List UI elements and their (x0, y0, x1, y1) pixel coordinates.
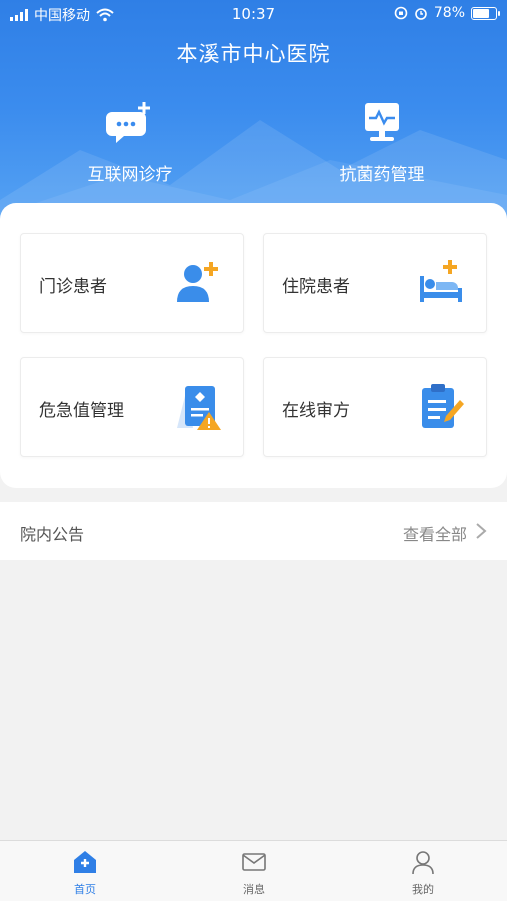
hospital-title: 本溪市中心医院 (176, 42, 331, 66)
tab-home[interactable]: 首页 (45, 849, 125, 897)
profile-icon (412, 851, 434, 875)
hospital-notice-row: 院内公告 查看全部 (0, 502, 507, 560)
inpatient-bed-icon (420, 260, 462, 302)
monitor-pulse-icon (365, 103, 399, 141)
tab-profile-label: 我的 (412, 883, 434, 896)
antibiotic-management-shortcut[interactable]: 抗菌药管理 (282, 100, 482, 185)
tab-home-label: 首页 (74, 883, 96, 896)
tab-messages[interactable]: 消息 (214, 849, 294, 897)
home-icon (74, 851, 96, 873)
clipboard-edit-icon (422, 384, 464, 428)
function-card-panel: 门诊患者 住院患者 危急值管理 在线审方 (0, 203, 507, 488)
tab-profile[interactable]: 我的 (383, 849, 463, 897)
battery-percentage: 78% (433, 5, 465, 21)
battery-icon (471, 6, 500, 20)
bottom-tab-bar: 首页 消息 我的 (0, 840, 507, 901)
critical-value-warning-icon (177, 386, 221, 430)
inpatient-label: 住院患者 (282, 277, 350, 297)
mail-icon (242, 853, 266, 871)
critical-value-tile[interactable]: 危急值管理 (20, 357, 244, 457)
view-all-link[interactable]: 查看全部 (403, 521, 467, 545)
alarm-icon (415, 8, 427, 20)
chevron-right-icon[interactable] (473, 522, 489, 540)
outpatient-label: 门诊患者 (39, 277, 107, 297)
status-bar: 中国移动 10:37 78% (0, 0, 507, 28)
critical-value-label: 危急值管理 (39, 401, 124, 421)
internet-clinic-shortcut[interactable]: 互联网诊疗 (30, 100, 230, 185)
online-prescription-review-tile[interactable]: 在线审方 (263, 357, 487, 457)
notice-title: 院内公告 (20, 525, 85, 544)
online-prescription-review-label: 在线审方 (282, 401, 350, 421)
internet-clinic-label: 互联网诊疗 (87, 165, 173, 185)
outpatient-user-icon (177, 262, 218, 302)
inpatient-tile[interactable]: 住院患者 (263, 233, 487, 333)
chat-plus-icon (106, 102, 150, 143)
antibiotic-management-label: 抗菌药管理 (339, 165, 425, 185)
outpatient-tile[interactable]: 门诊患者 (20, 233, 244, 333)
tab-messages-label: 消息 (243, 883, 265, 896)
rotation-lock-icon (394, 6, 408, 20)
